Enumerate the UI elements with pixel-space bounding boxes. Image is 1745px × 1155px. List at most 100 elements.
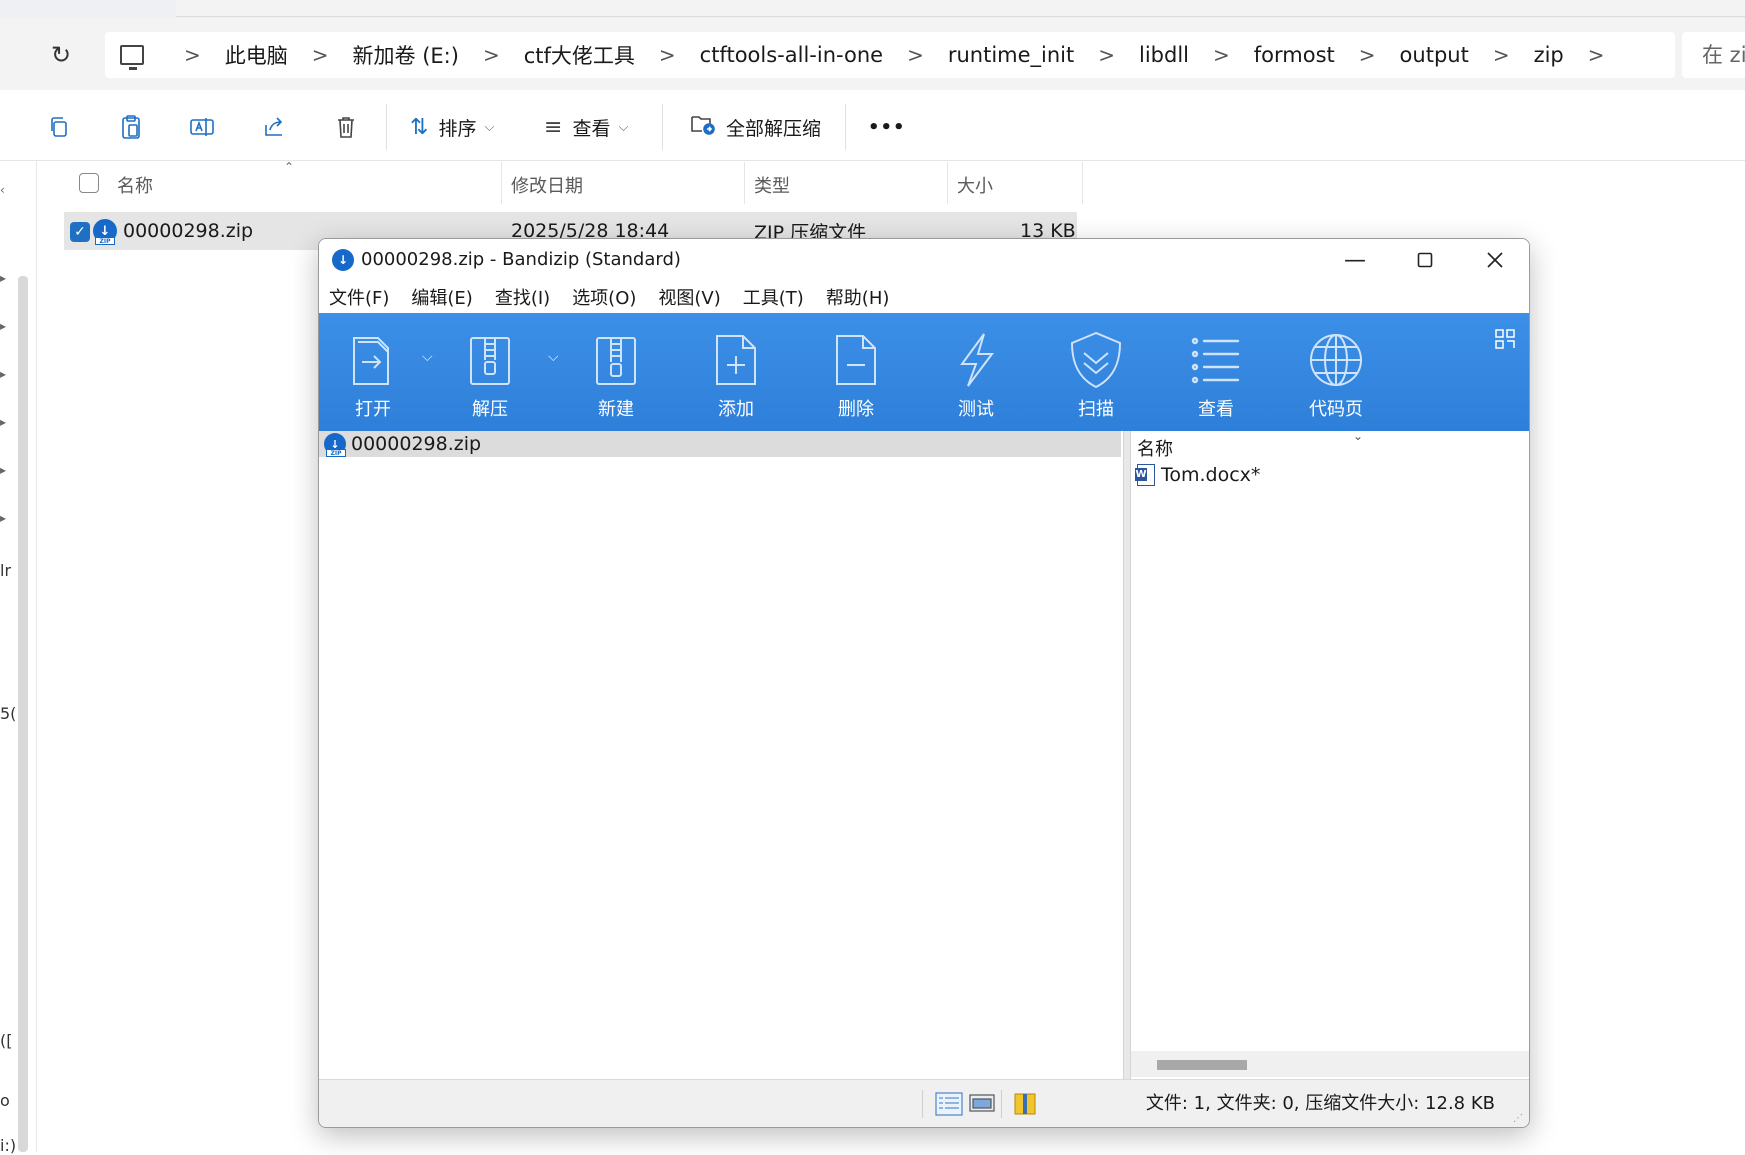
tree-item-label[interactable]: 00000298.zip [351,431,481,457]
new-archive-button[interactable]: 新建 [571,313,661,431]
expand-arrow-icon[interactable]: ▸ [0,367,6,381]
share-icon[interactable] [259,112,289,142]
chevron-down-icon: ⌵ [484,119,495,135]
details-view-icon[interactable] [935,1092,963,1116]
test-button[interactable]: 测试 [931,313,1021,431]
breadcrumb-item-runtime-init[interactable]: runtime_init [948,43,1074,67]
maximize-button[interactable] [1390,239,1460,281]
column-divider[interactable] [1082,162,1083,204]
menu-file[interactable]: 文件(F) [329,284,389,310]
paste-icon[interactable] [116,112,146,142]
refresh-icon[interactable]: ↻ [44,38,78,72]
nav-item-fragment[interactable]: lr [0,561,11,580]
chevron-right-icon[interactable]: > [1359,43,1376,67]
menu-options[interactable]: 选项(O) [572,284,636,310]
column-header-name[interactable]: 名称 [117,166,153,204]
list-item[interactable]: Tom.docx* [1135,463,1260,487]
view-button[interactable]: ≡ 查看 ⌵ [544,110,628,144]
sort-label: 排序 [438,117,477,140]
expand-arrow-icon[interactable]: ▸ [0,271,6,285]
add-label: 添加 [718,399,754,420]
nav-scrollbar[interactable] [18,276,28,1152]
chevron-right-icon[interactable]: > [907,43,924,67]
chevron-right-icon[interactable]: > [483,43,500,67]
menu-bar: 文件(F) 编辑(E) 查找(I) 选项(O) 视图(V) 工具(T) 帮助(H… [319,281,1529,313]
breadcrumb-item-drive-e[interactable]: 新加卷 (E:) [353,40,459,70]
extract-dropdown-chevron-icon[interactable]: ⌵ [548,349,559,365]
chevron-right-icon[interactable]: > [1588,43,1605,67]
chevron-right-icon[interactable]: > [1098,43,1115,67]
resize-grip-icon[interactable]: ⋰ [1513,1113,1523,1124]
codepage-button[interactable]: 代码页 [1291,313,1381,431]
column-divider[interactable] [744,162,745,204]
add-button[interactable]: 添加 [691,313,781,431]
delete-icon[interactable] [331,112,361,142]
menu-edit[interactable]: 编辑(E) [411,284,472,310]
delete-button[interactable]: 删除 [811,313,901,431]
open-dropdown-chevron-icon[interactable]: ⌵ [422,349,433,365]
open-button[interactable]: 打开 [328,313,418,431]
chevron-right-icon[interactable]: > [184,43,201,67]
chevron-right-icon[interactable]: > [1493,43,1510,67]
close-button[interactable] [1460,239,1529,281]
explorer-tab[interactable] [176,0,1745,17]
column-header-modified[interactable]: 修改日期 [511,166,583,204]
copy-icon[interactable] [44,112,74,142]
expand-arrow-icon[interactable]: ▸ [0,511,6,525]
nav-item-fragment[interactable]: o [0,1091,10,1110]
menu-find[interactable]: 查找(I) [495,284,550,310]
new-archive-label: 新建 [598,399,634,420]
sort-button[interactable]: ⇅ 排序 ⌵ [410,110,494,144]
breadcrumb-item-ctf-tools[interactable]: ctf大佬工具 [524,40,635,70]
rename-icon[interactable] [187,112,217,142]
column-header-size[interactable]: 大小 [957,166,993,204]
column-header-name[interactable]: 名称 [1137,435,1173,461]
sort-ascending-icon: ⌃ [284,160,295,174]
computer-icon[interactable] [120,45,144,70]
select-all-checkbox[interactable] [79,173,99,193]
menu-help[interactable]: 帮助(H) [826,284,890,310]
toolbar-divider [845,104,846,150]
pane-splitter[interactable] [1123,431,1131,1079]
scrollbar-thumb[interactable] [1157,1060,1247,1070]
view-label: 查看 [572,117,611,140]
search-input[interactable]: 在 zi [1682,32,1745,78]
breadcrumb-item-ctftools-all-in-one[interactable]: ctftools-all-in-one [700,43,883,67]
preview-view-icon[interactable] [969,1092,997,1116]
breadcrumb-item-formost[interactable]: formost [1254,43,1335,67]
expand-arrow-icon[interactable]: ▸ [0,415,6,429]
menu-tools[interactable]: 工具(T) [743,284,804,310]
row-checkbox-checked[interactable]: ✓ [70,222,90,242]
chevron-right-icon[interactable]: ‹ [0,183,5,197]
nav-item-fragment[interactable]: i:) [0,1136,16,1155]
column-divider[interactable] [501,162,502,204]
scan-button[interactable]: 扫描 [1051,313,1141,431]
archive-book-icon[interactable] [1013,1092,1041,1116]
expand-arrow-icon[interactable]: ▸ [0,319,6,333]
ribbon-toolbar: 打开 ⌵ 解压 ⌵ 新建 添加 删除 测试 扫描 查看 代码页 [319,313,1529,431]
extract-icon [460,329,520,391]
chevron-right-icon[interactable]: > [1213,43,1230,67]
chevron-right-icon[interactable]: > [312,43,329,67]
file-name[interactable]: 00000298.zip [123,212,253,250]
chevron-right-icon[interactable]: > [659,43,676,67]
column-divider[interactable] [947,162,948,204]
more-options-button[interactable]: ••• [868,110,906,144]
expand-arrow-icon[interactable]: ▸ [0,463,6,477]
layout-grid-icon[interactable] [1495,329,1515,354]
nav-item-fragment[interactable]: 5( [0,704,16,723]
extract-all-button[interactable]: 全部解压缩 [690,110,821,144]
breadcrumb-item-this-pc[interactable]: 此电脑 [225,40,288,70]
extract-button[interactable]: 解压 [445,313,535,431]
horizontal-scrollbar[interactable] [1131,1051,1529,1077]
status-divider [1001,1090,1002,1118]
breadcrumb-item-zip[interactable]: zip [1534,43,1564,67]
minimize-button[interactable]: — [1320,239,1390,281]
menu-view[interactable]: 视图(V) [658,284,720,310]
view-button[interactable]: 查看 [1171,313,1261,431]
breadcrumb-item-output[interactable]: output [1400,43,1469,67]
title-bar[interactable]: ↓ 00000298.zip - Bandizip (Standard) — [319,239,1529,281]
breadcrumb-item-libdll[interactable]: libdll [1139,43,1189,67]
nav-item-fragment[interactable]: ([ [0,1031,12,1050]
column-header-type[interactable]: 类型 [754,166,790,204]
